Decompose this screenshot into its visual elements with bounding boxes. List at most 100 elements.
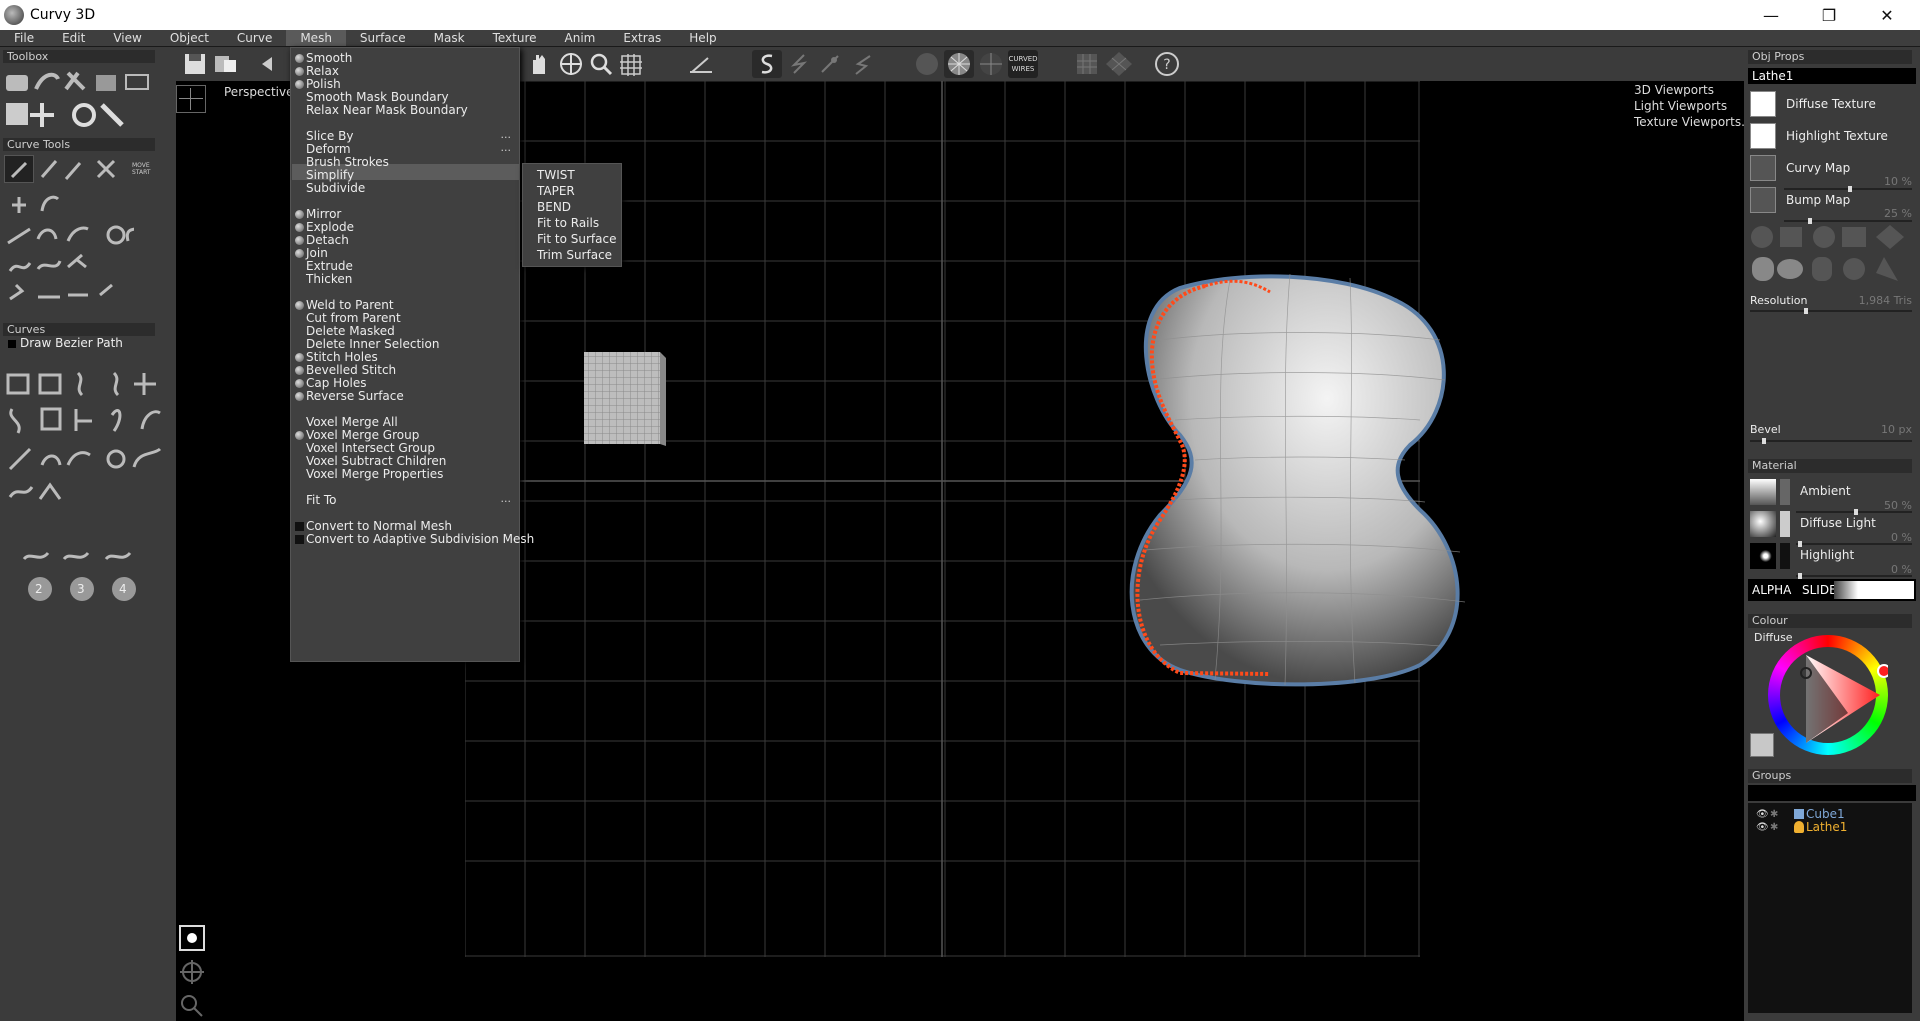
3d-viewports-link[interactable]: 3D Viewports [1634,83,1714,97]
prev-arrow-icon[interactable] [258,50,288,78]
minimize-button[interactable]: — [1742,0,1800,30]
export-icon[interactable] [210,50,240,78]
submenu-twist[interactable]: TWIST [537,167,575,183]
menu-view[interactable]: View [99,30,155,46]
diffuse-light-swatch[interactable] [1750,511,1776,537]
colour-wheel[interactable] [1768,635,1888,755]
curve-tools-icons[interactable] [4,155,134,305]
curvy-map-label: Curvy Map [1786,161,1851,175]
move-start-label[interactable]: MOVE START [132,162,151,176]
submenu-indicator: ... [500,141,512,154]
curve-node-icon[interactable] [816,50,846,78]
wireframe-mode-icon[interactable] [944,50,974,78]
texture-viewports-link[interactable]: Texture Viewports... [1634,115,1753,129]
submenu-bend[interactable]: BEND [537,199,571,215]
wire-only-icon[interactable] [976,50,1006,78]
colour-triangle[interactable] [1768,635,1888,755]
resolution-slider[interactable] [1750,308,1912,314]
menu-curve[interactable]: Curve [223,30,286,46]
menu-ball-icon [295,366,304,375]
menu-anim[interactable]: Anim [551,30,610,46]
bevel-slider[interactable] [1750,438,1912,444]
light-viewports-link[interactable]: Light Viewports [1634,99,1727,113]
shaded-mode-icon[interactable] [912,50,942,78]
submenu-fit-to-rails[interactable]: Fit to Rails [537,215,599,231]
highlight-texture-thumb[interactable] [1750,123,1776,149]
menu-mask[interactable]: Mask [420,30,479,46]
grid-toggle-icon[interactable] [616,50,646,78]
visibility-eye-icon[interactable]: 👁 [1756,822,1769,833]
current-colour-swatch[interactable] [1750,733,1774,757]
lathe-object[interactable] [1120,270,1490,690]
numbered-tool-icons[interactable] [20,549,150,609]
menu-file[interactable]: File [0,30,48,46]
submenu-fit-to-surface[interactable]: Fit to Surface [537,231,616,247]
maximize-button[interactable]: ❐ [1800,0,1858,30]
object-name-field[interactable]: Lathe1 [1748,68,1916,84]
curve-hook-icon[interactable] [848,50,878,78]
menu-mesh[interactable]: Mesh [286,30,346,46]
curved-wires-button[interactable]: CURVED WIRES [1008,50,1038,78]
right-properties-panel: Obj Props Lathe1 Diffuse Texture Highlig… [1744,47,1920,1021]
menu-item-voxel-merge-properties[interactable]: Voxel Merge Properties [291,466,519,482]
draw-bezier-path-item[interactable]: Draw Bezier Path [20,336,123,350]
hand-pan-icon[interactable] [524,50,554,78]
viewport-layout-icon[interactable] [176,85,206,113]
menu-item-reverse-surface[interactable]: Reverse Surface [291,388,519,404]
menu-ball-icon [295,249,304,258]
box-grid-icon[interactable] [1072,50,1102,78]
highlight-color[interactable] [1780,543,1790,569]
menu-item-thicken[interactable]: Thicken [291,271,519,287]
move-view-icon[interactable] [556,50,586,78]
ambient-slider[interactable] [1796,509,1912,515]
lock-icon[interactable]: ✱ [1770,822,1778,833]
ambient-color[interactable] [1780,479,1790,505]
curve-lightning-icon[interactable] [784,50,814,78]
toolbox-header: Toolbox [3,50,155,63]
angle-icon[interactable] [686,50,716,78]
help-icon[interactable]: ? [1152,50,1182,78]
menu-item-subdivide[interactable]: Subdivide [291,180,519,196]
alpha-slider[interactable] [1834,581,1914,599]
close-button[interactable]: ✕ [1858,0,1916,30]
curvy-map-slider[interactable] [1784,186,1912,192]
highlight-swatch[interactable] [1750,543,1776,569]
alpha-bar[interactable]: ALPHA SLIDER [1748,579,1916,601]
menu-item-relax-near-mask-boundary[interactable]: Relax Near Mask Boundary [291,102,519,118]
menu-item-convert-to-adaptive-subdivision-mesh[interactable]: Convert to Adaptive Subdivision Mesh [291,531,534,547]
diffuse-texture-thumb[interactable] [1750,91,1776,117]
curves-icons[interactable] [4,369,164,509]
curve-s-icon[interactable] [752,50,782,78]
cube-object[interactable] [582,350,666,446]
material-preset-icons[interactable] [1748,223,1914,285]
menu-item-fit-to[interactable]: Fit To... [291,492,519,508]
curvy-map-thumb[interactable] [1750,155,1776,181]
viewport-label: Perspective [224,85,294,99]
visibility-eye-icon[interactable]: 👁 [1756,809,1769,820]
submenu-trim-surface[interactable]: Trim Surface [537,247,612,263]
diffuse-light-color[interactable] [1780,511,1790,537]
ambient-swatch[interactable] [1750,479,1776,505]
diffuse-texture-label: Diffuse Texture [1786,97,1876,111]
menu-edit[interactable]: Edit [48,30,99,46]
bump-map-slider[interactable] [1784,218,1912,224]
menu-texture[interactable]: Texture [479,30,551,46]
menu-object[interactable]: Object [156,30,223,46]
group-item-cube1[interactable]: Cube1 [1806,807,1845,821]
toolbox-icons[interactable] [4,69,164,129]
save-icon[interactable] [180,50,210,78]
group-item-lathe1[interactable]: Lathe1 [1806,820,1847,834]
zoom-view-icon[interactable] [586,50,616,78]
highlight-slider[interactable] [1796,573,1912,579]
lock-icon[interactable]: ✱ [1770,809,1778,820]
menu-bar: File Edit View Object Curve Mesh Surface… [0,30,1920,46]
diamond-grid-icon[interactable] [1104,50,1134,78]
tool-number-2: 2 [35,582,43,596]
menu-extras[interactable]: Extras [609,30,675,46]
submenu-taper[interactable]: TAPER [537,183,575,199]
menu-ball-icon [295,379,304,388]
bump-map-thumb[interactable] [1750,187,1776,213]
menu-surface[interactable]: Surface [346,30,420,46]
menu-help[interactable]: Help [675,30,730,46]
diffuse-light-slider[interactable] [1796,541,1912,547]
